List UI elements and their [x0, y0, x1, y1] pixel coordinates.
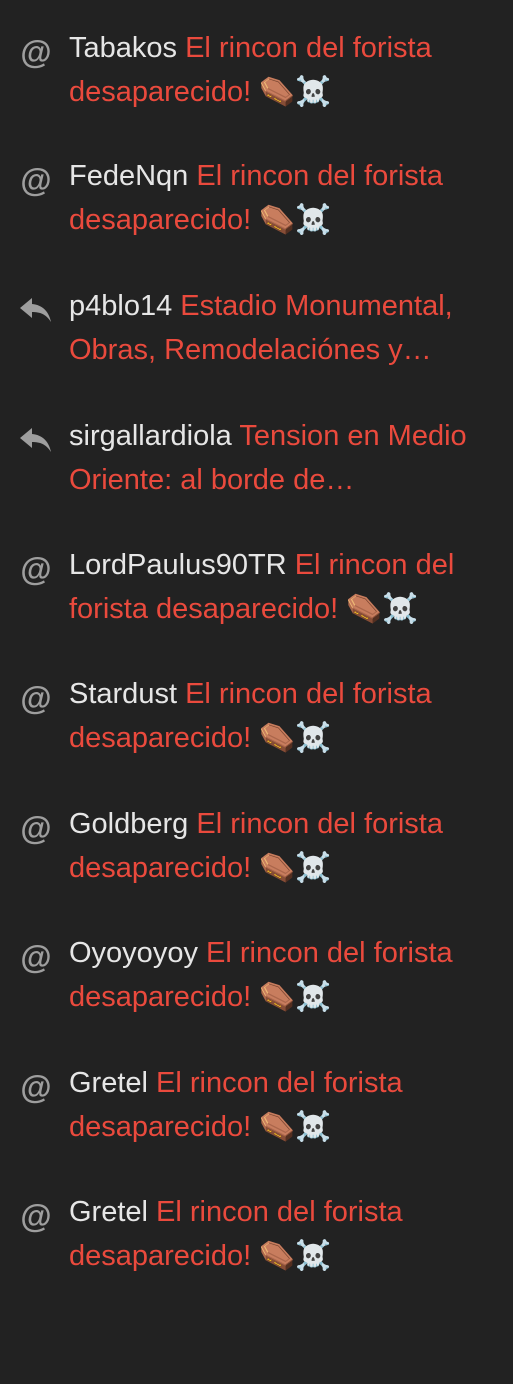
notification-username: Goldberg — [69, 808, 189, 840]
notification-item[interactable]: sirgallardiola Tension en Medio Oriente:… — [0, 414, 513, 514]
at-icon: @ — [20, 34, 52, 70]
notification-username: LordPaulus90TR — [69, 549, 287, 581]
notification-item[interactable]: @ Stardust El rincon del forista desapar… — [0, 672, 513, 772]
notification-text: Oyoyoyoy El rincon del forista desaparec… — [69, 931, 503, 1019]
at-icon: @ — [20, 551, 52, 587]
notification-username: Stardust — [69, 678, 177, 710]
at-icon: @ — [20, 162, 52, 198]
at-icon: @ — [20, 1069, 52, 1105]
notification-item[interactable]: @ LordPaulus90TR El rincon del forista d… — [0, 543, 513, 643]
notification-text: p4blo14 Estadio Monumental, Obras, Remod… — [69, 284, 503, 372]
notification-username: Gretel — [69, 1196, 148, 1228]
reply-icon — [16, 420, 56, 460]
notification-item[interactable]: @ Oyoyoyoy El rincon del forista desapar… — [0, 931, 513, 1031]
notification-username: FedeNqn — [69, 160, 189, 192]
notification-username: Gretel — [69, 1067, 148, 1099]
notification-username: p4blo14 — [69, 290, 173, 322]
notification-text: FedeNqn El rincon del forista desapareci… — [69, 154, 503, 242]
notification-item[interactable]: @ Tabakos El rincon del forista desapare… — [0, 26, 513, 126]
notification-username: Tabakos — [69, 32, 178, 64]
notification-text: Goldberg El rincon del forista desaparec… — [69, 802, 503, 890]
reply-icon — [16, 290, 56, 330]
notification-text: sirgallardiola Tension en Medio Oriente:… — [69, 414, 503, 502]
notification-text: Tabakos El rincon del forista desapareci… — [69, 26, 503, 114]
notification-item[interactable]: p4blo14 Estadio Monumental, Obras, Remod… — [0, 284, 513, 384]
notification-text: LordPaulus90TR El rincon del forista des… — [69, 543, 503, 631]
notification-username: sirgallardiola — [69, 420, 232, 452]
notification-item[interactable]: @ Goldberg El rincon del forista desapar… — [0, 802, 513, 902]
notification-item[interactable]: @ Gretel El rincon del forista desaparec… — [0, 1061, 513, 1161]
notification-text: Gretel El rincon del forista desaparecid… — [69, 1190, 503, 1278]
notification-item[interactable]: @ FedeNqn El rincon del forista desapare… — [0, 154, 513, 254]
at-icon: @ — [20, 680, 52, 716]
notification-item[interactable]: @ Gretel El rincon del forista desaparec… — [0, 1190, 513, 1290]
notification-text: Stardust El rincon del forista desaparec… — [69, 672, 503, 760]
at-icon: @ — [20, 1198, 52, 1234]
notification-list: @ Tabakos El rincon del forista desapare… — [0, 0, 513, 1384]
at-icon: @ — [20, 939, 52, 975]
notification-username: Oyoyoyoy — [69, 937, 198, 969]
notification-text: Gretel El rincon del forista desaparecid… — [69, 1061, 503, 1149]
at-icon: @ — [20, 810, 52, 846]
